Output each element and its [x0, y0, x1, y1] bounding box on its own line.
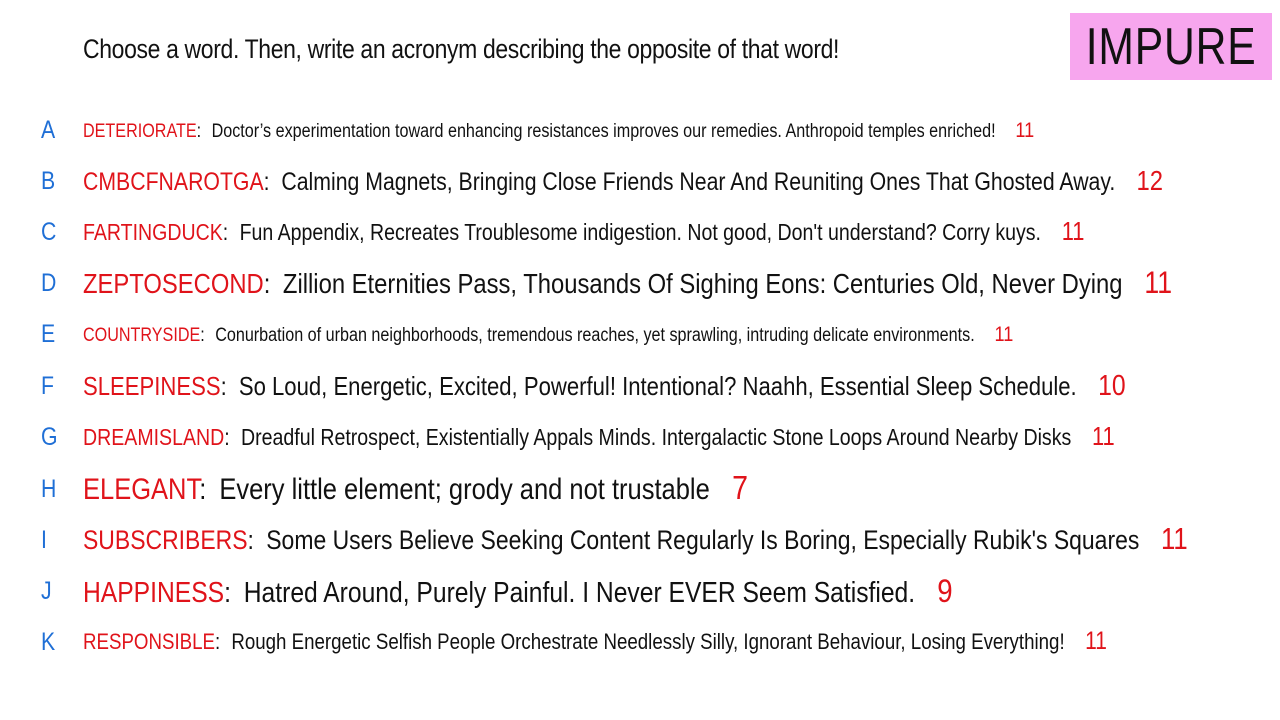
- topic-badge-label: IMPURE: [1085, 17, 1257, 76]
- row-acronym-phrase: Fun Appendix, Recreates Troublesome indi…: [239, 219, 1041, 245]
- row-acronym-phrase: So Loud, Energetic, Excited, Powerful! I…: [238, 371, 1077, 401]
- row-letter: D: [41, 269, 57, 297]
- row-letter: F: [41, 372, 54, 400]
- list-item: I SUBSCRIBERS: Some Users Believe Seekin…: [0, 520, 1280, 560]
- row-entry: CMBCFNAROTGA: Calming Magnets, Bringing …: [83, 165, 1164, 196]
- row-word: DREAMISLAND: [83, 424, 225, 450]
- row-letter: A: [41, 116, 56, 144]
- row-entry: FARTINGDUCK: Fun Appendix, Recreates Tro…: [83, 218, 1085, 246]
- row-acronym-phrase: Some Users Believe Seeking Content Regul…: [266, 525, 1140, 555]
- row-word: ELEGANT: [83, 473, 200, 506]
- row-word: CMBCFNAROTGA: [83, 168, 264, 196]
- row-letter: K: [41, 628, 56, 656]
- row-entry: DREAMISLAND: Dreadful Retrospect, Existe…: [83, 423, 1115, 451]
- list-item: F SLEEPINESS: So Loud, Energetic, Excite…: [0, 366, 1280, 406]
- list-item: K RESPONSIBLE: Rough Energetic Selfish P…: [0, 622, 1280, 662]
- row-letter-count: 11: [1015, 118, 1035, 142]
- row-entry: HAPPINESS: Hatred Around, Purely Painful…: [83, 573, 953, 609]
- row-acronym-phrase: Every little element; grody and not trus…: [219, 473, 710, 506]
- row-entry: RESPONSIBLE: Rough Energetic Selfish Peo…: [83, 628, 1107, 655]
- row-acronym-phrase: Hatred Around, Purely Painful. I Never E…: [243, 577, 916, 609]
- row-letter-count: 11: [1091, 423, 1115, 451]
- list-item: C FARTINGDUCK: Fun Appendix, Recreates T…: [0, 212, 1280, 252]
- row-word: RESPONSIBLE: [83, 629, 215, 654]
- row-letter-count: 7: [732, 470, 749, 507]
- topic-badge: IMPURE: [1070, 13, 1272, 80]
- row-letter-count: 11: [1061, 218, 1085, 246]
- row-entry: SUBSCRIBERS: Some Users Believe Seeking …: [83, 523, 1188, 556]
- row-word: FARTINGDUCK: [83, 219, 223, 245]
- list-item: H ELEGANT: Every little element; grody a…: [0, 469, 1280, 509]
- row-letter: G: [41, 423, 58, 451]
- row-letter-count: 11: [1144, 265, 1173, 300]
- row-acronym-phrase: Calming Magnets, Bringing Close Friends …: [281, 168, 1116, 196]
- row-acronym-phrase: Rough Energetic Selfish People Orchestra…: [231, 629, 1065, 654]
- row-entry: ELEGANT: Every little element; grody and…: [83, 470, 749, 507]
- row-acronym-phrase: Conurbation of urban neighborhoods, trem…: [215, 325, 975, 346]
- row-entry: COUNTRYSIDE: Conurbation of urban neighb…: [83, 322, 1014, 346]
- row-letter-count: 11: [1085, 628, 1107, 655]
- row-entry: SLEEPINESS: So Loud, Energetic, Excited,…: [83, 370, 1126, 402]
- row-word: COUNTRYSIDE: [83, 325, 201, 346]
- instruction-text: Choose a word. Then, write an acronym de…: [83, 34, 840, 64]
- list-item: B CMBCFNAROTGA: Calming Magnets, Bringin…: [0, 161, 1280, 201]
- list-item: J HAPPINESS: Hatred Around, Purely Painf…: [0, 571, 1280, 611]
- row-letter: I: [41, 526, 47, 554]
- row-letter: B: [41, 167, 56, 195]
- row-letter: C: [41, 218, 57, 246]
- list-item: E COUNTRYSIDE: Conurbation of urban neig…: [0, 314, 1280, 354]
- list-item: D ZEPTOSECOND: Zillion Eternities Pass, …: [0, 263, 1280, 303]
- row-word: SLEEPINESS: [83, 371, 221, 401]
- row-acronym-phrase: Dreadful Retrospect, Existentially Appal…: [241, 424, 1072, 450]
- row-letter-count: 11: [1161, 523, 1188, 556]
- list-item: A DETERIORATE: Doctor’s experimentation …: [0, 110, 1280, 150]
- row-word: ZEPTOSECOND: [83, 268, 264, 299]
- row-letter: H: [41, 475, 57, 503]
- row-word: SUBSCRIBERS: [83, 525, 248, 555]
- row-letter-count: 9: [937, 573, 953, 609]
- row-letter-count: 11: [994, 322, 1014, 346]
- row-entry: DETERIORATE: Doctor’s experimentation to…: [83, 118, 1035, 142]
- row-letter-count: 12: [1136, 165, 1164, 196]
- row-letter: E: [41, 320, 56, 348]
- row-letter: J: [41, 577, 52, 605]
- row-word: DETERIORATE: [83, 121, 197, 142]
- row-letter-count: 10: [1098, 370, 1126, 402]
- row-word: HAPPINESS: [83, 577, 225, 609]
- row-acronym-phrase: Zillion Eternities Pass, Thousands Of Si…: [282, 268, 1123, 299]
- row-acronym-phrase: Doctor’s experimentation toward enhancin…: [211, 121, 996, 142]
- list-item: G DREAMISLAND: Dreadful Retrospect, Exis…: [0, 417, 1280, 457]
- row-entry: ZEPTOSECOND: Zillion Eternities Pass, Th…: [83, 265, 1173, 300]
